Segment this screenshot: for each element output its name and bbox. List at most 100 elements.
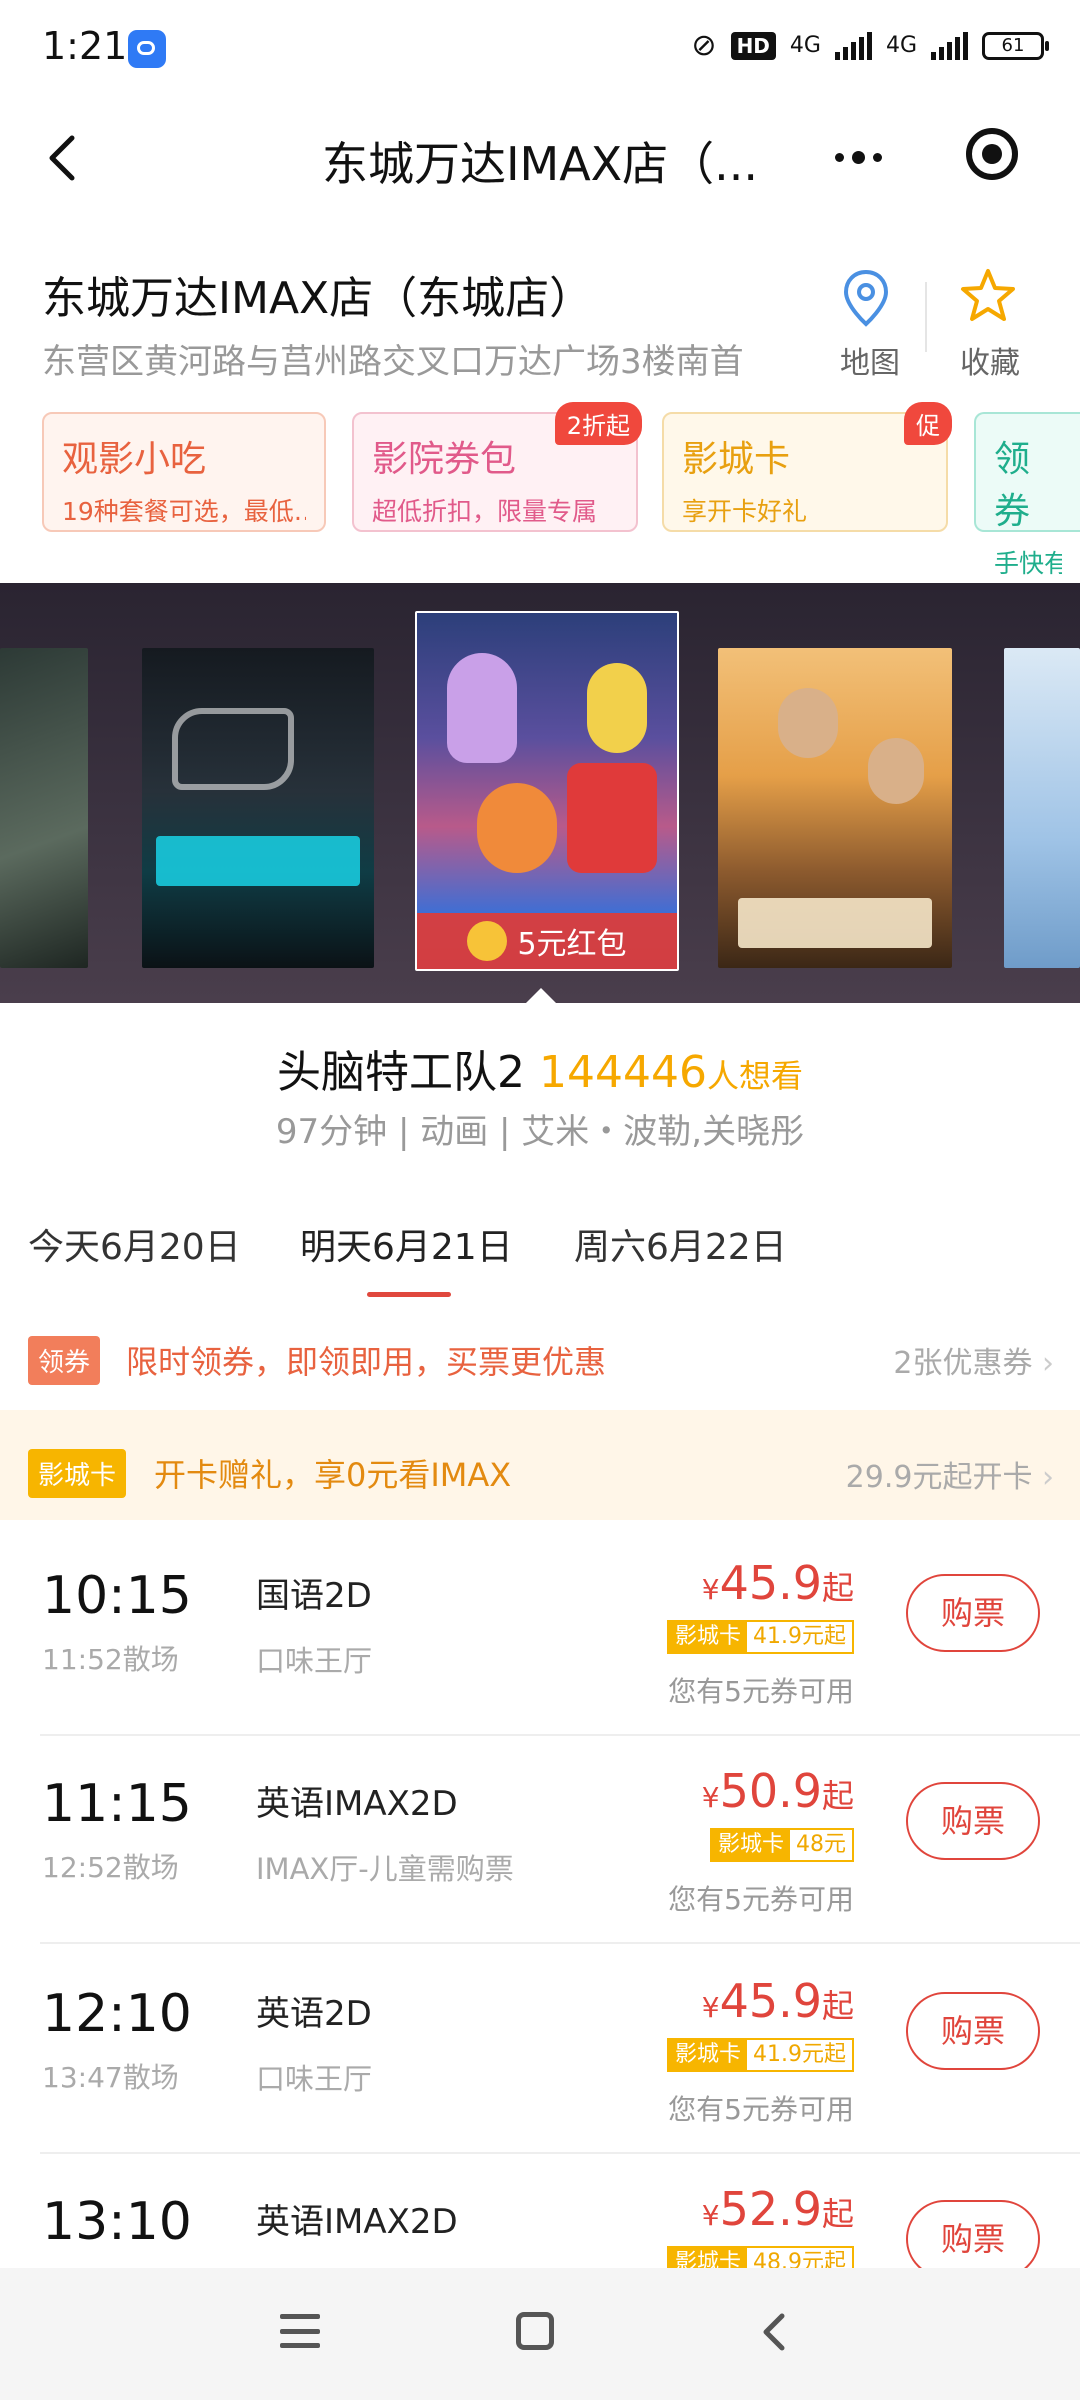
tab-tomorrow[interactable]: 明天6月21日 [300, 1218, 513, 1270]
promo-subtitle: 19种套餐可选，最低… [62, 497, 306, 526]
price-value: 45.9 [719, 1556, 822, 1610]
more-options-button[interactable] [828, 132, 888, 182]
app-notification-icon [128, 30, 166, 68]
signal-icon-2 [931, 31, 968, 60]
map-button[interactable]: 地图 [830, 266, 902, 381]
promo-badge: 促 [904, 402, 952, 445]
tab-today[interactable]: 今天6月20日 [28, 1218, 241, 1270]
redpacket-label: 5元红包 [517, 927, 627, 962]
home-button[interactable] [516, 2312, 554, 2350]
promo-title: 领券 [994, 439, 1031, 532]
show-language: 国语2D [256, 1576, 372, 1616]
show-start-time: 11:15 [42, 1774, 192, 1834]
movie-poster[interactable] [1004, 648, 1080, 968]
promo-subtitle: 享开卡好礼 [682, 497, 808, 526]
show-start-time: 12:10 [42, 1984, 192, 2044]
page-title: 东城万达IMAX店（... [321, 137, 759, 191]
card-price-badge: 影城卡 48.9元起 [666, 2246, 854, 2268]
card-price-value: 41.9元起 [747, 1622, 852, 1652]
movie-poster[interactable] [718, 648, 952, 968]
coupon-tag: 领券 [28, 1336, 101, 1385]
movie-title-row: 头脑特工队2 144446人想看 [0, 1036, 1080, 1100]
row-divider [40, 1942, 1080, 1944]
show-price: ¥52.9起 [702, 2182, 854, 2236]
dot-icon [872, 152, 882, 162]
show-hall: 口味王厅 [256, 1644, 373, 1678]
tab-saturday[interactable]: 周六6月22日 [574, 1218, 787, 1270]
cinema-card-price[interactable]: 29.9元起开卡 › [846, 1452, 1054, 1496]
card-price-value: 48.9元起 [747, 2248, 852, 2268]
menu-line-icon [280, 2343, 320, 2348]
price-value: 50.9 [719, 1764, 822, 1818]
card-price-badge: 影城卡 41.9元起 [666, 1620, 854, 1654]
price-suffix: 起 [821, 1569, 854, 1607]
movie-poster-selected[interactable]: 5元红包 [415, 611, 679, 971]
promo-title: 影城卡 [682, 439, 791, 480]
card-price-label: 影城卡 [711, 1830, 790, 1860]
promo-coupon-pack[interactable]: 2折起 影院券包 超低折扣，限量专属 [352, 402, 642, 532]
cinema-name: 东城万达IMAX店（东城店） [42, 273, 594, 324]
close-miniapp-button[interactable] [966, 128, 1018, 180]
star-icon [961, 269, 1015, 321]
show-price: ¥45.9起 [702, 1556, 854, 1610]
battery-icon: 61 [982, 31, 1049, 60]
showtime-row[interactable]: 12:10 13:47散场 英语2D 口味王厅 ¥45.9起 影城卡 41.9元起… [0, 1946, 1080, 2154]
cinema-address: 东营区黄河路与莒州路交叉口万达广场3楼南首 [42, 342, 744, 382]
price-suffix: 起 [821, 2195, 854, 2233]
network-label-1: 4G [789, 33, 821, 58]
menu-line-icon [280, 2314, 320, 2319]
cinema-card-price-label: 29.9元起开卡 [845, 1460, 1033, 1495]
buy-ticket-button[interactable]: 购票 [906, 1782, 1040, 1860]
promo-snacks[interactable]: 观影小吃 19种套餐可选，最低… [42, 412, 326, 532]
card-price-value: 41.9元起 [747, 2040, 852, 2070]
showtime-row[interactable]: 11:15 12:52散场 英语IMAX2D IMAX厅-儿童需购票 ¥50.9… [0, 1736, 1080, 1944]
movie-poster[interactable] [0, 648, 88, 968]
movie-meta: 97分钟 | 动画 | 艾米・波勒,关晓彤 [275, 1112, 805, 1152]
currency-symbol: ¥ [701, 1991, 720, 2024]
show-hall: IMAX厅-儿童需购票 [256, 1852, 514, 1886]
show-start-time: 13:10 [42, 2192, 192, 2252]
status-indicators: ⊘ HD 4G 4G 61 [691, 28, 1049, 63]
system-back-button[interactable] [756, 2312, 796, 2352]
map-pin-icon [843, 269, 889, 327]
favorite-button[interactable]: 收藏 [950, 266, 1026, 381]
signal-icon [834, 31, 872, 60]
promo-subtitle: 超低折扣，限量专属 [372, 497, 598, 526]
promo-title: 观影小吃 [62, 439, 207, 480]
show-language: 英语IMAX2D [256, 2202, 458, 2242]
movie-title: 头脑特工队2 [277, 1047, 525, 1098]
redpacket-banner: 5元红包 [417, 913, 677, 969]
show-price: ¥50.9起 [702, 1764, 854, 1818]
show-price: ¥45.9起 [702, 1974, 854, 2028]
showtime-row[interactable]: 13:10 英语IMAX2D ¥52.9起 影城卡 48.9元起 购票 [0, 2154, 1080, 2268]
selection-pointer [525, 988, 557, 1004]
price-suffix: 起 [821, 1987, 854, 2025]
want-count: 144446 [539, 1047, 707, 1098]
movie-poster-carousel[interactable]: 5元红包 [0, 583, 1080, 1003]
chevron-right-icon: › [1042, 1346, 1054, 1381]
hd-badge: HD [730, 31, 776, 60]
coupon-hint: 您有5元券可用 [668, 2093, 854, 2126]
discount-badge: 2折起 [554, 402, 642, 445]
back-chevron-icon [763, 2313, 785, 2351]
currency-symbol: ¥ [701, 2199, 720, 2232]
coupon-hint: 您有5元券可用 [668, 1675, 854, 1708]
currency-symbol: ¥ [701, 1781, 720, 1814]
status-bar: 1:21 ⊘ HD 4G 4G 61 [0, 0, 1080, 100]
show-start-time: 10:15 [42, 1566, 192, 1626]
movie-poster[interactable] [142, 648, 374, 968]
recent-apps-button[interactable] [280, 2314, 320, 2348]
card-price-label: 影城卡 [668, 1622, 747, 1652]
dot-icon [834, 152, 844, 162]
header-divider [925, 282, 927, 352]
buy-ticket-button[interactable]: 购票 [906, 1574, 1040, 1652]
price-suffix: 起 [821, 1777, 854, 1815]
promo-cinema-card[interactable]: 促 影城卡 享开卡好礼 [662, 402, 952, 532]
active-tab-indicator [367, 1292, 451, 1297]
coupon-text: 限时领券，即领即用，买票更优惠 [126, 1343, 607, 1381]
showtime-row[interactable]: 10:15 11:52散场 国语2D 口味王厅 ¥45.9起 影城卡 41.9元起… [0, 1528, 1080, 1736]
buy-ticket-button[interactable]: 购票 [906, 1992, 1040, 2070]
coupon-count[interactable]: 2张优惠券 › [893, 1338, 1054, 1382]
buy-ticket-button[interactable]: 购票 [906, 2200, 1040, 2268]
promo-get-coupon[interactable]: 领券 手快有,手 [974, 412, 1080, 578]
